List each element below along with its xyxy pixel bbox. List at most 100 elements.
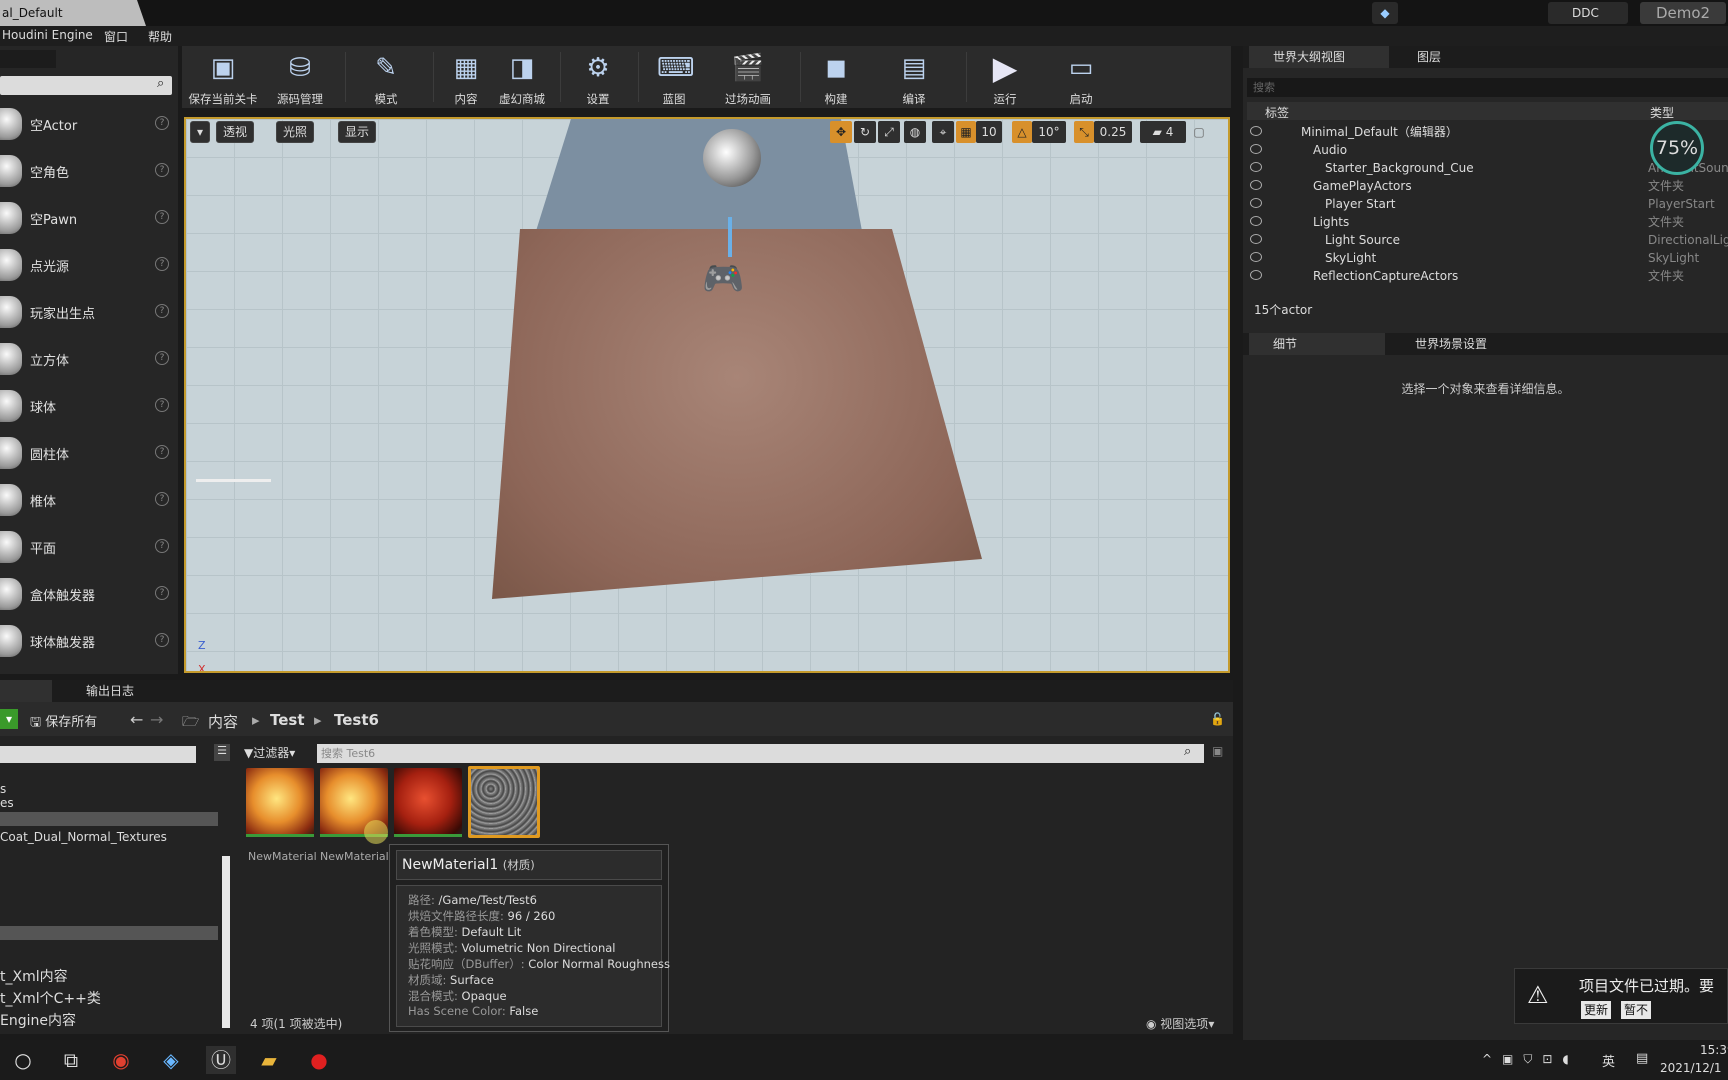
eye-icon[interactable]	[1250, 126, 1262, 136]
table-row[interactable]: GamePlayActors 文件夹	[1243, 177, 1728, 195]
task-view-icon[interactable]: ⧉	[56, 1046, 86, 1074]
breadcrumb-content[interactable]: 内容	[208, 711, 238, 732]
surface-snap-icon[interactable]: ⌖	[932, 121, 954, 143]
menu-help[interactable]: 帮助	[148, 28, 172, 45]
folder-search-input[interactable]	[0, 746, 196, 763]
content-button[interactable]: ▦ 内容	[437, 46, 495, 108]
help-icon[interactable]: ?	[155, 633, 169, 647]
place-item-cube[interactable]: 立方体?	[0, 335, 172, 382]
tree-item[interactable]: t_Xml个C++类	[0, 988, 101, 1008]
tree-item[interactable]: Coat_Dual_Normal_Textures	[0, 830, 167, 844]
modes-button[interactable]: ✎ 模式	[352, 46, 420, 108]
asset-search-input[interactable]: 搜索 Test6	[317, 744, 1204, 763]
outliner-search-input[interactable]: 搜索	[1247, 78, 1728, 97]
scale-icon[interactable]: ⤢	[878, 121, 900, 143]
tree-item-selected[interactable]	[0, 926, 218, 940]
back-icon[interactable]: ←	[130, 710, 143, 729]
eye-icon[interactable]	[1250, 252, 1262, 262]
level-viewport[interactable]: 🎮 ▾ 透视 光照 显示 ✥ ↻ ⤢ ◍ ⌖ ▦ 10 △ 10° ⤡ 0.25…	[184, 117, 1230, 673]
place-item-empty-character[interactable]: 空角色?	[0, 147, 172, 194]
menu-window[interactable]: 窗口	[104, 28, 128, 45]
source-control-icon[interactable]: ◆	[1372, 2, 1398, 24]
eye-icon[interactable]	[1250, 198, 1262, 208]
tree-scrollbar[interactable]	[222, 856, 230, 1028]
eye-icon[interactable]	[1250, 234, 1262, 244]
save-all-button[interactable]: 🖫 保存所有	[30, 711, 97, 735]
table-row[interactable]: SkyLight SkyLight	[1243, 249, 1728, 267]
breadcrumb-test6[interactable]: Test6	[334, 711, 379, 729]
asset-material-instance[interactable]	[394, 768, 462, 836]
blueprints-button[interactable]: ⌨ 蓝图	[644, 46, 704, 108]
app-icon[interactable]: ◈	[156, 1046, 186, 1074]
eye-icon[interactable]	[1250, 162, 1262, 172]
search-icon[interactable]: ⌕	[157, 76, 164, 91]
perspective-button[interactable]: 透视	[216, 121, 255, 143]
breadcrumb-test[interactable]: Test	[270, 711, 305, 729]
place-item-player-start[interactable]: 玩家出生点?	[0, 288, 172, 335]
lock-icon[interactable]: 🔓	[1210, 712, 1225, 726]
help-icon[interactable]: ?	[155, 351, 169, 365]
help-icon[interactable]: ?	[155, 586, 169, 600]
player-start-icon[interactable]: 🎮	[702, 259, 752, 299]
help-icon[interactable]: ?	[155, 492, 169, 506]
eye-icon[interactable]	[1250, 270, 1262, 280]
lighting-button[interactable]: 光照	[276, 121, 315, 143]
save-search-icon[interactable]: ▣	[1212, 744, 1223, 758]
tab-content-browser[interactable]	[0, 680, 52, 702]
search-icon[interactable]: ⌕	[1184, 744, 1191, 759]
place-item-point-light[interactable]: 点光源?	[0, 241, 172, 288]
table-row[interactable]: Light Source DirectionalLight	[1243, 231, 1728, 249]
source-control-button[interactable]: ⛁ 源码管理	[266, 46, 334, 108]
help-icon[interactable]: ?	[155, 116, 169, 130]
settings-button[interactable]: ⚙ 设置	[566, 46, 630, 108]
place-item-empty-pawn[interactable]: 空Pawn?	[0, 194, 172, 241]
table-row[interactable]: ReflectionCaptureActors 文件夹	[1243, 267, 1728, 285]
filter-button[interactable]: ▼过滤器▾	[244, 744, 295, 761]
ddc-button[interactable]: DDC	[1548, 2, 1628, 24]
eye-icon[interactable]	[1250, 180, 1262, 190]
menu-houdini[interactable]: Houdini Engine	[2, 28, 93, 42]
grid-snap-value[interactable]: 10	[976, 121, 1002, 143]
tree-item[interactable]: t_Xml内容	[0, 966, 68, 986]
chrome-icon[interactable]: ◉	[106, 1046, 136, 1074]
forward-icon[interactable]: →	[150, 710, 163, 729]
ime-indicator[interactable]: 英	[1602, 1051, 1615, 1070]
tree-item-selected[interactable]	[0, 812, 218, 826]
tab-outliner[interactable]: 世界大纲视图	[1249, 46, 1389, 68]
eye-icon[interactable]	[1250, 144, 1262, 154]
place-item-sphere[interactable]: 球体?	[0, 382, 172, 429]
place-search-input[interactable]	[0, 76, 172, 95]
rotation-snap-value[interactable]: 10°	[1032, 121, 1066, 143]
compile-button[interactable]: ▤ 编译	[882, 46, 946, 108]
help-icon[interactable]: ?	[155, 210, 169, 224]
search-icon[interactable]: ○	[8, 1046, 38, 1074]
help-icon[interactable]: ?	[155, 539, 169, 553]
grid-snap-icon[interactable]: ▦	[956, 121, 976, 143]
camera-speed-button[interactable]: ▰ 4	[1140, 121, 1186, 143]
tab-layers[interactable]: 图层	[1393, 46, 1513, 68]
tree-item[interactable]: es	[0, 796, 14, 810]
build-button[interactable]: ◼ 构建	[806, 46, 866, 108]
file-explorer-icon[interactable]: ▰	[254, 1046, 284, 1074]
tab-details[interactable]: 细节	[1249, 333, 1385, 355]
help-icon[interactable]: ?	[155, 163, 169, 177]
scale-snap-icon[interactable]: ⤡	[1074, 121, 1094, 143]
play-button[interactable]: ▶ 运行	[972, 46, 1038, 108]
update-button[interactable]: 更新	[1581, 1001, 1611, 1019]
save-level-button[interactable]: ▣ 保存当前关卡	[182, 46, 264, 108]
viewport-options-button[interactable]: ▾	[190, 121, 210, 143]
help-icon[interactable]: ?	[155, 398, 169, 412]
table-row[interactable]: Lights 文件夹	[1243, 213, 1728, 231]
maximize-icon[interactable]: ▢	[1190, 121, 1208, 143]
place-panel-tab[interactable]	[0, 50, 56, 68]
col-label-header[interactable]: 标签	[1265, 104, 1289, 121]
world-icon[interactable]: ◍	[904, 121, 926, 143]
rotation-snap-icon[interactable]: △	[1012, 121, 1032, 143]
place-item-sphere-trigger[interactable]: 球体触发器?	[0, 617, 172, 664]
asset-new-material[interactable]	[246, 768, 314, 836]
list-view-icon[interactable]: ☰	[214, 744, 230, 761]
help-icon[interactable]: ?	[155, 257, 169, 271]
tree-item[interactable]: s	[0, 782, 6, 796]
not-now-button[interactable]: 暂不	[1621, 1001, 1651, 1019]
add-new-button[interactable]: ▾	[0, 709, 18, 729]
